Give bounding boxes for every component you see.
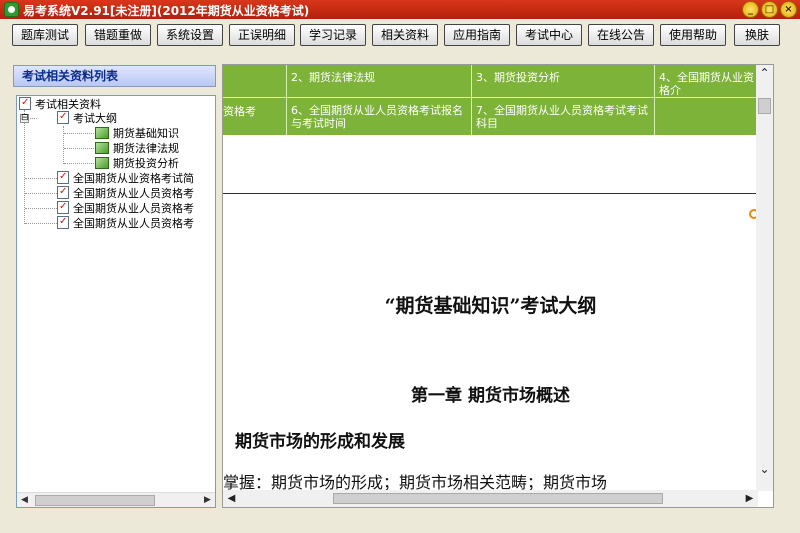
tree-line — [25, 208, 57, 209]
table-link-exam-subjects[interactable]: 7、全国期货从业人员资格考试考试科目 — [476, 104, 650, 130]
system-settings-button[interactable]: 系统设置 — [157, 24, 223, 46]
tree-item-futures-law[interactable]: 期货法律法规 — [95, 141, 179, 156]
question-bank-test-button[interactable]: 题库测试 — [12, 24, 78, 46]
answer-details-button[interactable]: 正误明细 — [229, 24, 295, 46]
document-title: “期货基础知识”考试大纲 — [384, 295, 597, 317]
table-divider — [223, 97, 758, 98]
title-bar: 易考系统V2.91[未注册](2012年期货从业资格考试) _ □ × — [0, 0, 800, 19]
table-divider — [654, 65, 655, 135]
tree-item-label: 考试相关资料 — [35, 98, 101, 111]
tree-item-label: 期货法律法规 — [113, 142, 179, 155]
tree-line — [64, 163, 94, 164]
close-button[interactable]: × — [780, 1, 797, 18]
scroll-right-icon[interactable]: ▶ — [741, 490, 758, 507]
tree-line — [25, 193, 57, 194]
checked-document-icon — [57, 184, 69, 199]
app-guide-button[interactable]: 应用指南 — [444, 24, 510, 46]
window-title: 易考系统V2.91[未注册](2012年期货从业资格考试) — [23, 4, 310, 18]
horizontal-scrollbar[interactable]: ◀ ▶ — [223, 490, 758, 507]
tree-line — [24, 110, 25, 224]
tree-item-label: 全国期货从业人员资格考 — [73, 187, 194, 200]
table-link-futures-law[interactable]: 2、期货法律法规 — [291, 71, 466, 84]
tree-line — [25, 178, 57, 179]
scroll-up-icon[interactable]: ⌃ — [756, 65, 773, 81]
checked-document-icon — [57, 214, 69, 229]
materials-list-header: 考试相关资料列表 — [13, 65, 216, 87]
online-notice-button[interactable]: 在线公告 — [588, 24, 654, 46]
horizontal-rule — [223, 193, 758, 194]
tree-horizontal-scrollbar[interactable]: ◀ ▶ — [17, 492, 215, 507]
scroll-left-icon[interactable]: ◀ — [223, 490, 240, 507]
tree-item-outline[interactable]: 考试大纲 — [57, 109, 117, 126]
scroll-right-icon[interactable]: ▶ — [200, 493, 215, 507]
scrollbar-thumb[interactable] — [758, 98, 771, 114]
change-skin-button[interactable]: 换肤 — [734, 24, 780, 46]
checked-document-icon — [19, 96, 31, 110]
page-icon — [95, 142, 109, 154]
table-link-exam-intro[interactable]: 4、全国期货从业资格介 — [659, 71, 755, 97]
scrollbar-thumb[interactable] — [35, 495, 155, 506]
study-record-button[interactable]: 学习记录 — [300, 24, 366, 46]
tree-item-label: 全国期货从业人员资格考 — [73, 217, 194, 230]
page-icon — [95, 157, 109, 169]
tree-line — [63, 126, 64, 164]
related-materials-button[interactable]: 相关资料 — [372, 24, 438, 46]
table-link-futures-analysis[interactable]: 3、期货投资分析 — [476, 71, 650, 84]
scroll-left-icon[interactable]: ◀ — [17, 493, 32, 507]
tree-line — [25, 223, 57, 224]
table-divider — [471, 65, 472, 135]
table-link-partial[interactable]: 资格考 — [223, 105, 283, 118]
tree-item-futures-analysis[interactable]: 期货投资分析 — [95, 156, 179, 171]
tree-item-label: 期货投资分析 — [113, 157, 179, 170]
section-heading: 期货市场的形成和发展 — [235, 432, 405, 452]
chapter-heading: 第一章 期货市场概述 — [411, 386, 570, 406]
checked-document-icon — [57, 109, 69, 124]
toolbar: 题库测试 错题重做 系统设置 正误明细 学习记录 相关资料 应用指南 考试中心 … — [0, 19, 800, 50]
tree-item-futures-basics[interactable]: 期货基础知识 — [95, 126, 179, 141]
tree-line — [64, 148, 94, 149]
collapse-toggle[interactable]: ⊟ — [20, 114, 29, 123]
tree-item-exam-intro[interactable]: 全国期货从业资格考试简 — [57, 169, 194, 186]
redo-wrong-button[interactable]: 错题重做 — [85, 24, 151, 46]
tree-item-exam-info-1[interactable]: 全国期货从业人员资格考 — [57, 184, 194, 201]
checked-document-icon — [57, 169, 69, 184]
tree-item-label: 全国期货从业人员资格考 — [73, 202, 194, 215]
table-divider — [286, 65, 287, 135]
document-viewer: 2、期货法律法规 3、期货投资分析 4、全国期货从业资格介 资格考 6、全国期货… — [222, 64, 774, 508]
app-logo-icon — [4, 2, 19, 17]
tree-item-exam-info-2[interactable]: 全国期货从业人员资格考 — [57, 199, 194, 216]
tree-item-label: 期货基础知识 — [113, 127, 179, 140]
tree-item-label: 考试大纲 — [73, 112, 117, 125]
vertical-scrollbar[interactable]: ⌃ ⌄ — [756, 65, 773, 491]
tree-line — [64, 133, 94, 134]
scrollbar-thumb[interactable] — [333, 493, 663, 504]
maximize-button[interactable]: □ — [761, 1, 778, 18]
outline-links-table: 2、期货法律法规 3、期货投资分析 4、全国期货从业资格介 资格考 6、全国期货… — [223, 65, 758, 135]
table-link-registration-time[interactable]: 6、全国期货从业人员资格考试报名与考试时间 — [291, 104, 466, 130]
exam-center-button[interactable]: 考试中心 — [516, 24, 582, 46]
help-button[interactable]: 使用帮助 — [660, 24, 726, 46]
materials-panel: 考试相关资料列表 考试相关资料 ⊟ 考试大纲 期货基础知识 期货法律法规 期货投… — [10, 63, 218, 509]
scroll-down-icon[interactable]: ⌄ — [756, 461, 773, 477]
page-icon — [95, 127, 109, 139]
tree-item-label: 全国期货从业资格考试简 — [73, 172, 194, 185]
tree-item-exam-info-3[interactable]: 全国期货从业人员资格考 — [57, 214, 194, 231]
checked-document-icon — [57, 199, 69, 214]
minimize-button[interactable]: _ — [742, 1, 759, 18]
materials-tree: 考试相关资料 ⊟ 考试大纲 期货基础知识 期货法律法规 期货投资分析 全国期货从… — [16, 95, 216, 508]
